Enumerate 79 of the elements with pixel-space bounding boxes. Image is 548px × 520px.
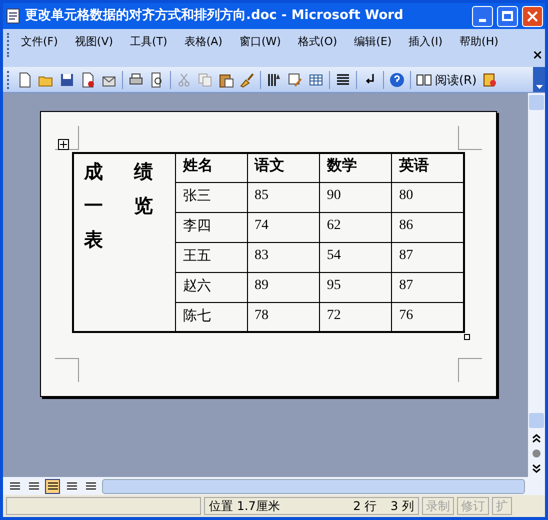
table-cell: 87 [392,272,464,302]
menu-item[interactable]: 格式(O) [294,33,340,51]
grip-icon [7,70,10,88]
help-icon[interactable] [389,72,405,88]
clipboard-icon[interactable] [218,72,234,88]
table-cell: 80 [392,182,464,212]
menu-item[interactable]: 编辑(E) [351,33,395,51]
table-cell: 张三 [176,182,248,212]
table-cell: 86 [392,212,464,242]
column-header: 数学 [319,153,392,182]
minimize-icon [479,18,486,22]
resize-handle-icon[interactable] [464,334,470,340]
save-icon[interactable] [59,72,75,88]
close-icon [527,10,538,22]
table-cell: 89 [247,272,320,302]
caret-icon [536,85,542,89]
menu-item[interactable]: 窗口(W) [236,33,284,51]
table-cell: 72 [319,302,392,332]
view-icon [10,482,20,490]
table-cell: 陈七 [176,302,248,332]
table-cell: 62 [319,212,392,242]
toolbar-options-button[interactable] [533,67,545,92]
move-handle-icon[interactable] [58,139,69,150]
permission-icon[interactable] [80,72,96,88]
close-menu-button[interactable]: × [532,49,543,63]
browse-object-icon[interactable] [532,449,541,458]
brush-icon[interactable] [239,72,255,88]
horizontal-scrollbar[interactable] [102,478,525,494]
column-header: 英语 [392,153,464,182]
table-cell: 76 [392,302,464,332]
view-icon [66,482,76,490]
row-text: 2 行 [353,498,377,515]
table-icon[interactable] [308,72,324,88]
view-icon [86,482,96,490]
window-title: 更改单元格数据的对齐方式和排列方向.doc - Microsoft Word [25,6,404,26]
menu-item[interactable]: 帮助(H) [456,33,502,51]
table-cell: 90 [319,182,392,212]
column-header: 语文 [247,153,320,182]
table-title: 成绩一览表 [82,160,154,252]
text-direction-icon[interactable] [266,72,282,88]
close-button[interactable] [522,6,543,26]
read-button[interactable]: 阅读(R) [416,70,477,88]
table-cell: 74 [247,212,320,242]
crop-mark [458,126,482,150]
next-page-icon[interactable] [532,464,541,473]
view-icon [48,482,58,490]
table-cell: 95 [319,272,392,302]
table-cell: 54 [319,242,392,272]
menu-item[interactable]: 工具(T) [127,33,170,51]
table-cell: 85 [247,182,320,212]
menu-item[interactable]: 表格(A) [181,33,226,51]
table-edit-icon[interactable] [287,72,303,88]
previous-page-icon[interactable] [532,434,541,443]
view-icon [28,482,38,490]
menu-item[interactable]: 视图(V) [72,33,116,51]
column-header: 姓名 [176,153,248,182]
print-icon[interactable] [128,72,144,88]
maximize-button[interactable] [497,6,518,26]
table-cell: 78 [247,302,320,332]
table-cell: 87 [392,242,464,272]
book-icon [416,72,432,86]
table-cell: 赵六 [176,272,248,302]
document-icon [5,8,21,24]
position-text: 位置 1.7厘米 [209,498,281,515]
crop-mark [458,358,482,382]
column-text: 3 列 [390,498,414,515]
columns-icon[interactable] [335,72,351,88]
maximize-icon [502,11,513,21]
menu-item[interactable]: 文件(F) [18,33,61,51]
view-button[interactable] [45,478,60,494]
vertical-scrollbar[interactable] [528,93,545,477]
crop-mark [55,358,79,382]
table-cell: 王五 [176,242,248,272]
minimize-button[interactable] [472,6,493,26]
grip-icon [7,33,10,57]
menu-item[interactable]: 插入(I) [406,33,446,51]
new-document-icon[interactable] [17,72,33,88]
table-cell: 李四 [176,212,248,242]
table-cell: 83 [247,242,320,272]
